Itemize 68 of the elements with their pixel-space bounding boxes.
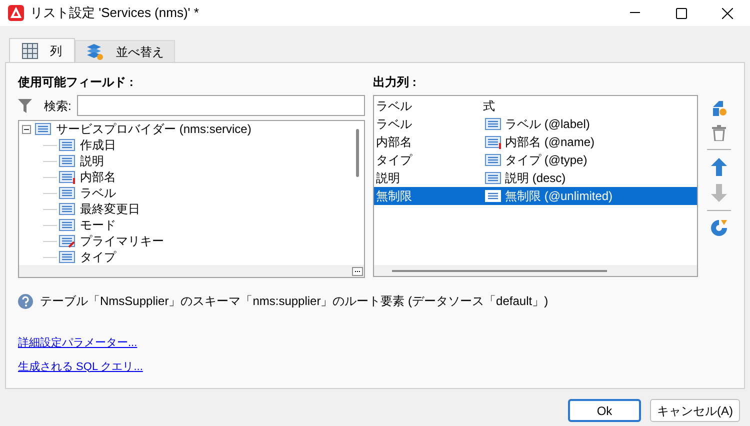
column-header[interactable]: 式 (481, 98, 495, 112)
ok-button[interactable]: Ok (568, 399, 641, 422)
move-up-icon[interactable] (711, 158, 727, 176)
tree-item[interactable]: ラベル (80, 184, 116, 202)
close-icon (722, 8, 732, 18)
cancel-button[interactable]: キャンセル(A) (650, 399, 740, 422)
maximize-icon (676, 8, 686, 18)
field-icon (485, 117, 502, 131)
field-icon (485, 171, 502, 185)
table-row[interactable]: ラベル ラベル (@label) (374, 115, 697, 133)
tree-item[interactable]: サービスプロバイダー (nms:service) (56, 120, 252, 138)
field-required-icon (485, 135, 502, 149)
grid-icon (22, 42, 38, 58)
table-cell-text: ラベル (375, 116, 413, 133)
help-icon (18, 294, 33, 308)
field-icon (59, 250, 76, 264)
table-cell-text: タイプ (375, 152, 414, 169)
link[interactable]: 生成される SQL クエリ... (18, 358, 143, 375)
column-header[interactable]: ラベル (374, 98, 481, 112)
field-icon (35, 122, 52, 136)
scrollbar[interactable] (392, 270, 607, 272)
more-icon[interactable] (352, 266, 363, 276)
table-row[interactable]: タイプ タイプ (@type) (374, 151, 697, 169)
search-field[interactable] (77, 95, 365, 116)
collapse-icon[interactable] (22, 124, 31, 134)
tree-item[interactable]: 説明 (80, 152, 104, 170)
field-icon (59, 138, 76, 152)
tree-item[interactable]: 内部名 (80, 168, 116, 186)
table-row[interactable]: 無制限 無制限 (@unlimited) (374, 187, 697, 205)
info-text: テーブル「NmsSupplier」のスキーマ「nms:supplier」のルート要素 (データソース「default」) (40, 293, 548, 310)
tab[interactable]: 列 (9, 38, 75, 62)
chart-filter-icon[interactable] (710, 219, 728, 237)
section-label: 出力列 : (373, 74, 418, 91)
filter-icon (18, 98, 32, 112)
table-row[interactable]: 内部名 内部名 (@name) (374, 133, 697, 151)
field-icon (59, 218, 76, 232)
layers-icon (86, 44, 104, 60)
field-icon (485, 153, 502, 167)
table-cell-text: タイプ (@type) (505, 152, 588, 169)
field-required-icon (59, 170, 76, 184)
field-icon (59, 186, 76, 200)
table-row[interactable]: 説明 説明 (desc) (374, 169, 697, 187)
app-logo-icon (8, 5, 24, 21)
window-title: リスト設定 'Services (nms)' * (30, 4, 199, 22)
section-label: 使用可能フィールド : (18, 74, 134, 91)
add-column-icon[interactable] (711, 99, 727, 117)
delete-icon[interactable] (712, 125, 726, 141)
field-icon (485, 189, 502, 203)
scrollbar[interactable] (356, 129, 358, 177)
field-icon (59, 202, 76, 216)
field-icon (59, 154, 76, 168)
table-cell-text: 説明 (375, 170, 401, 187)
tree-item[interactable]: 作成日 (80, 136, 116, 154)
tree-item[interactable]: モード (80, 216, 116, 234)
tab[interactable]: 並べ替え (75, 40, 175, 62)
tree-item[interactable]: 最終変更日 (80, 200, 140, 218)
tree-item[interactable]: タイプ (80, 248, 116, 266)
table-cell-text: 内部名 (@name) (505, 134, 595, 151)
link[interactable]: 詳細設定パラメーター... (18, 335, 138, 352)
minimize-icon (630, 12, 640, 14)
table-cell-text: 無制限 (@unlimited) (505, 188, 613, 205)
table-cell-text: 無制限 (375, 188, 413, 205)
field-key-icon (59, 234, 76, 248)
table-cell-text: ラベル (@label) (505, 116, 590, 133)
table-cell-text: 説明 (desc) (505, 170, 566, 187)
table-cell-text: 内部名 (375, 134, 413, 151)
tree-item[interactable]: プライマリキー (80, 232, 164, 250)
search-label: 検索: (44, 98, 72, 114)
